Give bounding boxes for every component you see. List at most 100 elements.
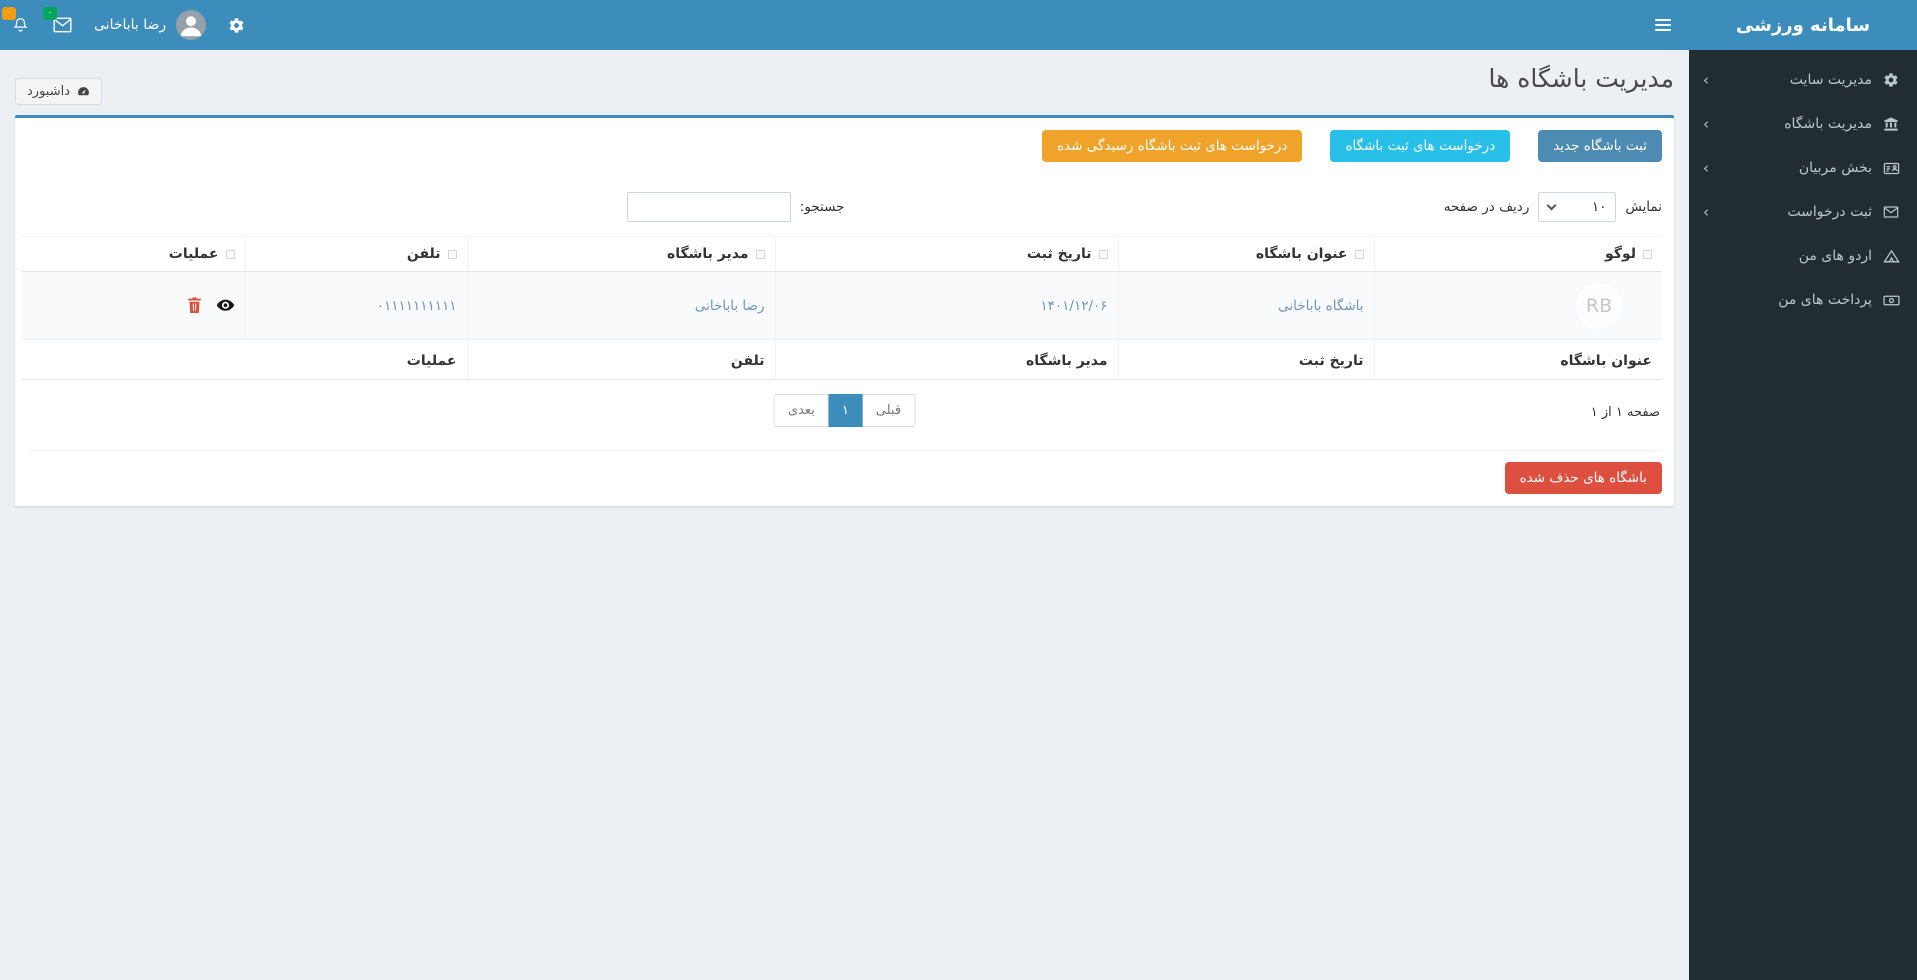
- notifications-badge: ۰: [2, 7, 16, 20]
- content-header: مدیریت باشگاه ها داشبورد: [15, 62, 1674, 105]
- sort-icon: [755, 249, 765, 259]
- footer-phone: تلفن: [466, 339, 775, 380]
- sort-icon: [225, 249, 235, 259]
- club-logo-avatar: RB: [1576, 282, 1622, 329]
- notifications-button[interactable]: ۰: [0, 0, 41, 50]
- manager-cell: رضا باباخانی: [466, 271, 775, 340]
- next-page-button[interactable]: بعدی: [773, 394, 829, 427]
- club-title-link[interactable]: باشگاه باباخانی: [1278, 298, 1363, 314]
- id-card-icon: [1881, 160, 1901, 177]
- pagination: صفحه ۱ از ۱ قبلی ۱ بعدی: [27, 394, 1662, 434]
- chevron-down-icon: [1546, 200, 1557, 211]
- footer-club-title: عنوان باشگاه: [1373, 339, 1662, 380]
- search-input[interactable]: [626, 192, 791, 222]
- table-header-row: لوگو عنوان باشگاه تاریخ ثبت مدیر باشگاه …: [22, 236, 1662, 272]
- sidebar-item-label: اردو های من: [1798, 248, 1872, 264]
- table-row: RB باشگاه باباخانی ۱۴۰۱/۱۲/۰۶ رضا باباخا…: [22, 271, 1662, 340]
- sort-icon: [1354, 249, 1364, 259]
- top-navbar: ۰ ۰ رضا باباخانی: [0, 0, 1689, 50]
- manager-link[interactable]: رضا باباخانی: [695, 298, 765, 314]
- envelope-icon: [1881, 204, 1901, 220]
- column-header-club-title[interactable]: عنوان باشگاه: [1117, 236, 1374, 272]
- chevron-icon: ›: [1703, 158, 1709, 177]
- breadcrumb-label: داشبورد: [27, 84, 70, 99]
- phone-link[interactable]: ۰۱۱۱۱۱۱۱۱۱۱: [377, 298, 457, 314]
- view-eye-icon[interactable]: [216, 298, 235, 314]
- logo-cell: RB: [1373, 271, 1662, 340]
- main-area: ۰ ۰ رضا باباخانی مدیریت باشگاه ها داشبور…: [0, 0, 1689, 980]
- previous-page-button[interactable]: قبلی: [861, 394, 916, 427]
- breadcrumb-dashboard-link[interactable]: داشبورد: [15, 78, 102, 105]
- campground-icon: [1881, 248, 1901, 265]
- messages-badge: ۰: [43, 7, 57, 20]
- register-date-link[interactable]: ۱۴۰۱/۱۲/۰۶: [1040, 298, 1107, 314]
- envelope-icon: [53, 17, 72, 33]
- sidebar-item-club-management[interactable]: مدیریت باشگاه ›: [1689, 102, 1917, 146]
- table-footer-row: عنوان باشگاه تاریخ ثبت مدیر باشگاه تلفن …: [22, 339, 1662, 380]
- page-size-select[interactable]: ۱۰: [1538, 192, 1617, 222]
- search-control: جستجو:: [27, 192, 845, 222]
- footer-actions: عملیات: [245, 339, 467, 380]
- brand-title: سامانه ورزشی: [1689, 0, 1917, 50]
- sort-icon: [447, 249, 457, 259]
- sidebar-menu: مدیریت سایت › مدیریت باشگاه › بخش مربیان…: [1689, 50, 1917, 322]
- pager: قبلی ۱ بعدی: [773, 394, 916, 427]
- handled-requests-button[interactable]: درخواست های ثبت باشگاه رسیدگی شده: [1041, 130, 1303, 162]
- chevron-icon: ›: [1703, 114, 1709, 133]
- chevron-icon: ›: [1703, 70, 1709, 89]
- club-requests-button[interactable]: درخواست های ثبت باشگاه: [1330, 130, 1511, 162]
- sort-icon: [1098, 249, 1108, 259]
- column-header-phone[interactable]: تلفن: [244, 236, 467, 272]
- sidebar-item-label: مدیریت باشگاه: [1784, 116, 1872, 132]
- chevron-icon: ›: [1703, 202, 1709, 221]
- content-area: مدیریت باشگاه ها داشبورد ثبت باشگاه جدید…: [0, 50, 1689, 980]
- gears-icon: [228, 17, 245, 34]
- phone-cell: ۰۱۱۱۱۱۱۱۱۱۱: [244, 271, 467, 340]
- column-header-logo[interactable]: لوگو: [1373, 236, 1662, 272]
- column-header-actions[interactable]: عملیات: [22, 236, 245, 272]
- avatar: [176, 10, 207, 40]
- search-label: جستجو:: [799, 199, 845, 215]
- sidebar-item-my-camps[interactable]: اردو های من: [1689, 234, 1917, 278]
- table-controls: نمایش ۱۰ ردیف در صفحه جستجو:: [27, 192, 1662, 222]
- sidebar-item-my-payments[interactable]: پرداخت های من: [1689, 278, 1917, 322]
- column-header-register-date[interactable]: تاریخ ثبت: [774, 236, 1118, 272]
- register-date-cell: ۱۴۰۱/۱۲/۰۶: [774, 271, 1118, 340]
- toolbar: ثبت باشگاه جدید درخواست های ثبت باشگاه د…: [27, 130, 1662, 162]
- card-footer: باشگاه های حذف شده: [27, 450, 1662, 494]
- settings-button[interactable]: [216, 0, 257, 50]
- gears-icon: [1881, 72, 1901, 88]
- delete-trash-icon[interactable]: [187, 297, 202, 314]
- money-icon: [1881, 292, 1901, 309]
- deleted-clubs-button[interactable]: باشگاه های حذف شده: [1504, 462, 1662, 494]
- sidebar-toggle-button[interactable]: [1637, 0, 1689, 50]
- clubs-card: ثبت باشگاه جدید درخواست های ثبت باشگاه د…: [15, 115, 1674, 506]
- navbar-menu: ۰ ۰ رضا باباخانی: [0, 0, 263, 50]
- user-name: رضا باباخانی: [94, 17, 167, 33]
- footer-manager: مدیر باشگاه: [774, 339, 1118, 380]
- bank-icon: [1881, 116, 1901, 132]
- sidebar-item-label: بخش مربیان: [1798, 160, 1872, 176]
- club-title-cell: باشگاه باباخانی: [1117, 271, 1374, 340]
- page-size-value: ۱۰: [1591, 199, 1607, 215]
- page-info: صفحه ۱ از ۱: [1590, 405, 1660, 420]
- dashboard-gauge-icon: [77, 85, 90, 98]
- app-root: سامانه ورزشی مدیریت سایت › مدیریت باشگاه: [0, 0, 1917, 980]
- actions-cell: [22, 271, 245, 340]
- show-label: نمایش: [1625, 199, 1662, 215]
- sidebar-item-request-registration[interactable]: ثبت درخواست ›: [1689, 190, 1917, 234]
- column-header-manager[interactable]: مدیر باشگاه: [466, 236, 775, 272]
- current-page-button[interactable]: ۱: [827, 394, 863, 427]
- sidebar-item-label: پرداخت های من: [1778, 292, 1872, 308]
- rows-per-page-label: ردیف در صفحه: [1443, 199, 1530, 215]
- new-club-button[interactable]: ثبت باشگاه جدید: [1538, 130, 1662, 162]
- sidebar-item-site-management[interactable]: مدیریت سایت ›: [1689, 58, 1917, 102]
- sidebar-item-coaches-section[interactable]: بخش مربیان ›: [1689, 146, 1917, 190]
- footer-register-date: تاریخ ثبت: [1117, 339, 1374, 380]
- sidebar-item-label: مدیریت سایت: [1789, 72, 1872, 88]
- messages-button[interactable]: ۰: [41, 0, 84, 50]
- page-length-control: نمایش ۱۰ ردیف در صفحه: [845, 192, 1662, 222]
- user-menu[interactable]: رضا باباخانی: [84, 0, 216, 50]
- hamburger-icon: [1655, 19, 1671, 31]
- clubs-table: لوگو عنوان باشگاه تاریخ ثبت مدیر باشگاه …: [22, 236, 1662, 380]
